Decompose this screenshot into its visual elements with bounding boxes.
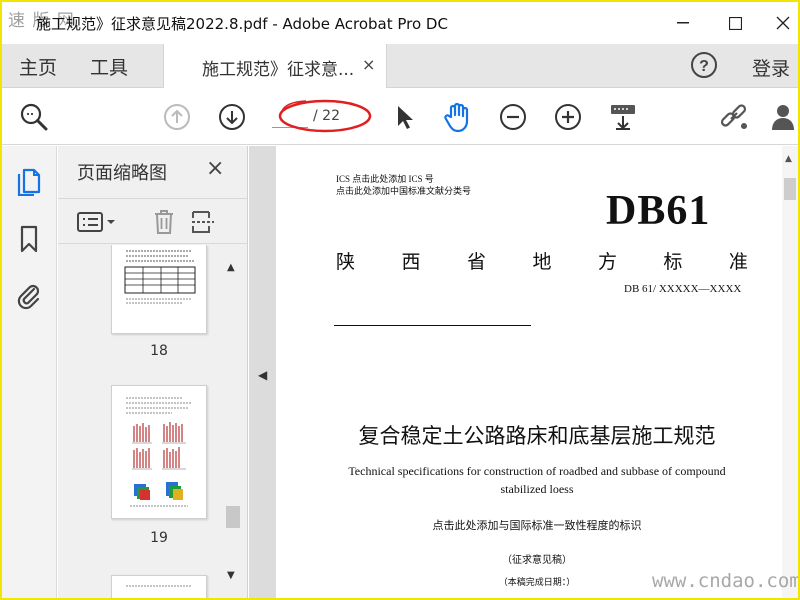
thumbnail-toolbar xyxy=(58,198,248,244)
page-19-preview xyxy=(126,397,192,507)
thumbnail-page-number-19: 19 xyxy=(150,530,168,546)
next-page-icon[interactable] xyxy=(216,101,248,133)
minimize-icon xyxy=(677,22,689,24)
tab-tools[interactable]: 工具 xyxy=(90,53,128,80)
scrollbar-thumb[interactable] xyxy=(226,506,240,528)
standard-code: DB61 xyxy=(606,188,711,234)
maximize-button[interactable] xyxy=(712,6,758,40)
scroll-up-arrow-icon[interactable]: ▲ xyxy=(227,262,235,273)
thumbnail-page-18[interactable] xyxy=(111,245,207,334)
draft-label: （征求意见稿） xyxy=(502,555,572,566)
tab-document[interactable]: 施工规范》征求意... × xyxy=(163,44,387,88)
maximize-icon xyxy=(728,16,742,30)
share-link-icon[interactable] xyxy=(718,101,750,133)
page-thumbnails-icon[interactable] xyxy=(14,166,44,196)
province-char: 方 xyxy=(597,251,617,273)
tab-bar: 主页 工具 施工规范》征求意... × ? 登录 xyxy=(2,44,798,88)
bookmarks-icon[interactable] xyxy=(14,224,44,254)
document-page: ICS 点击此处添加 ICS 号 点击此处添加中国标准文献分类号 DB61 陕 … xyxy=(276,146,798,598)
main-toolbar: / 22 xyxy=(2,89,798,145)
document-title-en-line2: stabilized loess xyxy=(500,482,574,496)
province-standard-heading: 陕 西 省 地 方 标 准 xyxy=(336,247,748,274)
thumbnail-page-number-18: 18 xyxy=(150,343,168,359)
province-char: 陕 xyxy=(336,251,356,273)
search-zoom-icon[interactable] xyxy=(18,101,50,133)
thumbnail-list: 18 19 xyxy=(58,245,224,598)
watermark-bottom-right: www.cndao.com xyxy=(652,570,800,592)
page-18-preview xyxy=(124,250,196,304)
help-icon[interactable]: ? xyxy=(689,50,719,80)
svg-text:?: ? xyxy=(699,58,709,75)
extract-pages-icon[interactable] xyxy=(186,208,220,236)
thumbnail-page-20[interactable] xyxy=(111,575,207,598)
login-button[interactable]: 登录 xyxy=(752,54,790,81)
consistency-note: 点击此处添加与国际标准一致性程度的标识 xyxy=(432,519,642,532)
thumbnail-page-19[interactable] xyxy=(111,385,207,519)
zoom-in-icon[interactable] xyxy=(552,101,584,133)
add-user-icon[interactable] xyxy=(770,101,798,133)
header-rule xyxy=(334,325,531,326)
province-char: 省 xyxy=(466,251,486,273)
document-scrollbar[interactable]: ▲ xyxy=(782,146,798,598)
page-display-icon[interactable] xyxy=(607,101,639,133)
panel-close-button[interactable]: × xyxy=(206,156,224,181)
window-close-icon xyxy=(776,16,790,30)
thumbnail-scrollbar[interactable]: ▲ ▼ xyxy=(224,258,242,598)
page-20-preview xyxy=(126,585,192,587)
document-title-en-line1: Technical specifications for constructio… xyxy=(348,464,726,478)
tab-home[interactable]: 主页 xyxy=(19,53,57,80)
standard-number: DB 61/ XXXXX—XXXX xyxy=(624,283,742,295)
doc-scroll-up-arrow-icon[interactable]: ▲ xyxy=(785,154,792,164)
thumbnail-panel: 页面缩略图 × 18 19 ▲ ▼ xyxy=(58,146,248,598)
province-char: 西 xyxy=(401,251,421,273)
delete-pages-icon[interactable] xyxy=(147,208,181,236)
select-cursor-icon[interactable] xyxy=(388,101,420,133)
hand-tool-icon[interactable] xyxy=(442,101,474,133)
classification-line: 点击此处添加中国标准文献分类号 xyxy=(336,186,472,196)
left-navigation-rail xyxy=(2,146,57,598)
province-char: 地 xyxy=(532,251,552,273)
document-tab-label: 施工规范》征求意... xyxy=(202,60,355,80)
document-title-cn: 复合稳定土公路路床和底基层施工规范 xyxy=(358,424,716,448)
thumbnail-options-button[interactable] xyxy=(74,208,120,236)
red-highlight-ellipse xyxy=(278,99,372,133)
minimize-button[interactable] xyxy=(660,6,706,40)
panel-collapse-strip[interactable]: ◀ xyxy=(249,146,276,598)
zoom-out-icon[interactable] xyxy=(497,101,529,133)
province-char: 标 xyxy=(663,251,683,273)
window-title: 施工规范》征求意见稿2022.8.pdf - Adobe Acrobat Pro… xyxy=(36,15,448,33)
title-bar: 速 版 网 施工规范》征求意见稿2022.8.pdf - Adobe Acrob… xyxy=(2,2,798,44)
app-window: 速 版 网 施工规范》征求意见稿2022.8.pdf - Adobe Acrob… xyxy=(0,0,800,600)
window-close-button[interactable] xyxy=(760,6,798,40)
panel-title: 页面缩略图 xyxy=(77,163,167,184)
collapse-panel-arrow-icon[interactable]: ◀ xyxy=(258,368,267,382)
previous-page-icon[interactable] xyxy=(161,101,193,133)
document-tab-close-button[interactable]: × xyxy=(362,55,375,74)
attachments-icon[interactable] xyxy=(14,280,44,310)
doc-scrollbar-thumb[interactable] xyxy=(784,178,796,200)
scroll-down-arrow-icon[interactable]: ▼ xyxy=(227,570,235,581)
province-char: 准 xyxy=(728,251,748,273)
